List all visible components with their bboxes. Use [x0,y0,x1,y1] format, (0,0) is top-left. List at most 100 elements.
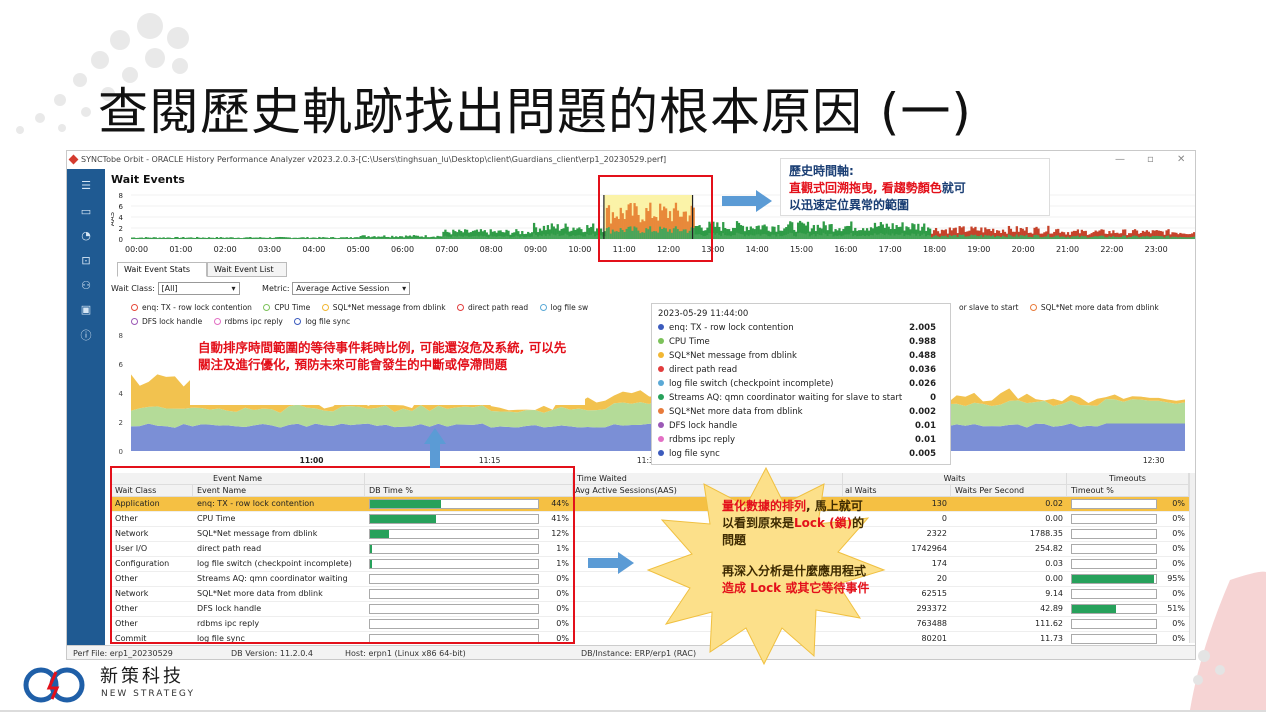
timeline-bar-base [525,237,528,239]
maximize-icon[interactable]: ▫ [1147,154,1154,165]
tooltip-label: CPU Time [669,337,710,347]
timeline-y-tick: 8 [119,192,123,200]
timeline-bar-base [804,234,808,239]
col-waits-per-second[interactable]: Waits Per Second [951,485,1067,497]
minimize-icon[interactable]: — [1115,154,1125,165]
legend-item[interactable]: DFS lock handle [131,317,202,326]
timeline-bar-base [532,233,536,239]
wait-class-select[interactable]: [All] ▾ [157,282,240,295]
sql-icon[interactable]: ▣ [78,303,94,317]
timeline-bar-base [1031,237,1034,239]
legend-item[interactable]: SQL*Net message from dblink [321,303,446,312]
timeline-bar-base [765,234,768,239]
timeline-bar-base [546,234,550,239]
timeline-bar-base [475,235,479,239]
tooltip-value: 0.01 [915,435,936,445]
timeline-bar-base [1159,236,1162,239]
timeline-bar-base [903,236,906,239]
area-y-tick: 6 [119,361,124,369]
timeline-bar-base [802,233,806,239]
legend-item[interactable]: log file sync [294,317,350,326]
timeline-bar-base [1051,237,1054,239]
timeline-bar-base [503,236,506,239]
timeline-bar-base [1100,235,1103,239]
timeline-bar-base [594,236,597,239]
timeline-bar-base [899,234,902,239]
legend-item[interactable]: or slave to start [959,303,1018,312]
timeline-bar-base [383,237,386,239]
legend-item[interactable]: CPU Time [263,303,310,312]
timeline-bar-base [341,238,345,239]
tooltip-row: enq: TX - row lock contention 2.005 [658,323,944,337]
timeline-x-tick: 04:00 [302,245,326,254]
timeline-bar-base [268,238,272,239]
tooltip-value: 0.005 [909,449,936,459]
close-icon[interactable]: ✕ [1177,154,1185,165]
timeline-bar-base [558,236,561,239]
wait-class-label: Wait Class: [111,284,155,293]
network-icon[interactable]: ⊡ [78,254,94,268]
legend-swatch [213,318,221,325]
timeline-bar-base [1139,236,1143,239]
timeline-bar-base [483,235,486,239]
chart-tooltip: 2023-05-29 11:44:00 enq: TX - row lock c… [651,303,951,465]
menu-icon[interactable]: ☰ [78,179,94,193]
timeline-bar-base [726,235,729,239]
tab-wait-event-stats[interactable]: Wait Event Stats [117,262,207,277]
legend-item[interactable]: log file sw [539,303,588,312]
timeline-bar-base [982,236,985,239]
tooltip-label: Streams AQ: qmn coordinator waiting for … [669,393,903,403]
tooltip-row: DFS lock handle 0.01 [658,421,944,435]
timeline-bar-base [952,235,955,239]
timeline-bar-base [574,235,577,239]
timeline-bar-base [1076,235,1080,239]
tooltip-row: direct path read 0.036 [658,365,944,379]
legend-item[interactable]: direct path read [456,303,528,312]
cell-waits-per-second: 0.00 [1045,514,1063,523]
timeline-bar-base [578,234,581,239]
legend-item[interactable]: rdbms ipc reply [213,317,283,326]
timeline-bar-base [763,233,766,239]
info-icon[interactable]: ⓘ [78,327,94,342]
area-y-tick: 2 [119,419,123,427]
timeline-bar-base [905,234,908,239]
timeline-bar-base [521,236,524,239]
timeout-bar [1071,634,1157,644]
timeline-bar-base [324,238,327,239]
gauge-icon[interactable]: ◔ [78,229,94,243]
timeline-bar-base [936,236,940,239]
timeline-bar-base [885,233,888,239]
timeline-bar-base [1167,235,1170,239]
timeline-bar-base [787,233,790,239]
timeline-bar-base [132,238,136,239]
timeline-bar-base [300,238,303,239]
timeline-bar-base [731,235,735,239]
timeline-bar-base [1015,234,1018,239]
timeline-bar-base [1143,236,1147,239]
timeline-bar-base [460,236,463,239]
timeline-bar-base [1135,236,1139,239]
timeline-bar-base [306,238,309,239]
timeline-bar-base [954,235,957,239]
timeline-bar-base [414,237,418,239]
timeline-bar-base [735,232,739,239]
timeline-bar-base [816,234,819,239]
timeline-bar-base [747,235,750,239]
col-timeout-pct[interactable]: Timeout % [1067,485,1189,497]
legend-item[interactable]: SQL*Net more data from dblink [1029,303,1159,312]
metric-select[interactable]: Average Active Session ▾ [292,282,411,295]
folder-icon[interactable]: ▭ [78,205,94,219]
section-title: Wait Events [111,173,185,186]
timeline-bar-base [718,234,721,239]
timeline-bar-base [465,235,469,239]
legend-swatch [321,304,329,311]
tab-wait-event-list[interactable]: Wait Event List [207,262,287,277]
timeline-bar-base [1059,236,1062,239]
timeline-bar-base [921,234,924,239]
hierarchy-icon[interactable]: ⚇ [78,279,94,293]
timeline-bar-base [978,236,981,239]
timeline-bar-base [369,238,372,239]
timeline-bar-base [566,234,569,239]
table-scrollbar[interactable] [1189,473,1195,643]
legend-item[interactable]: enq: TX - row lock contention [131,303,252,312]
